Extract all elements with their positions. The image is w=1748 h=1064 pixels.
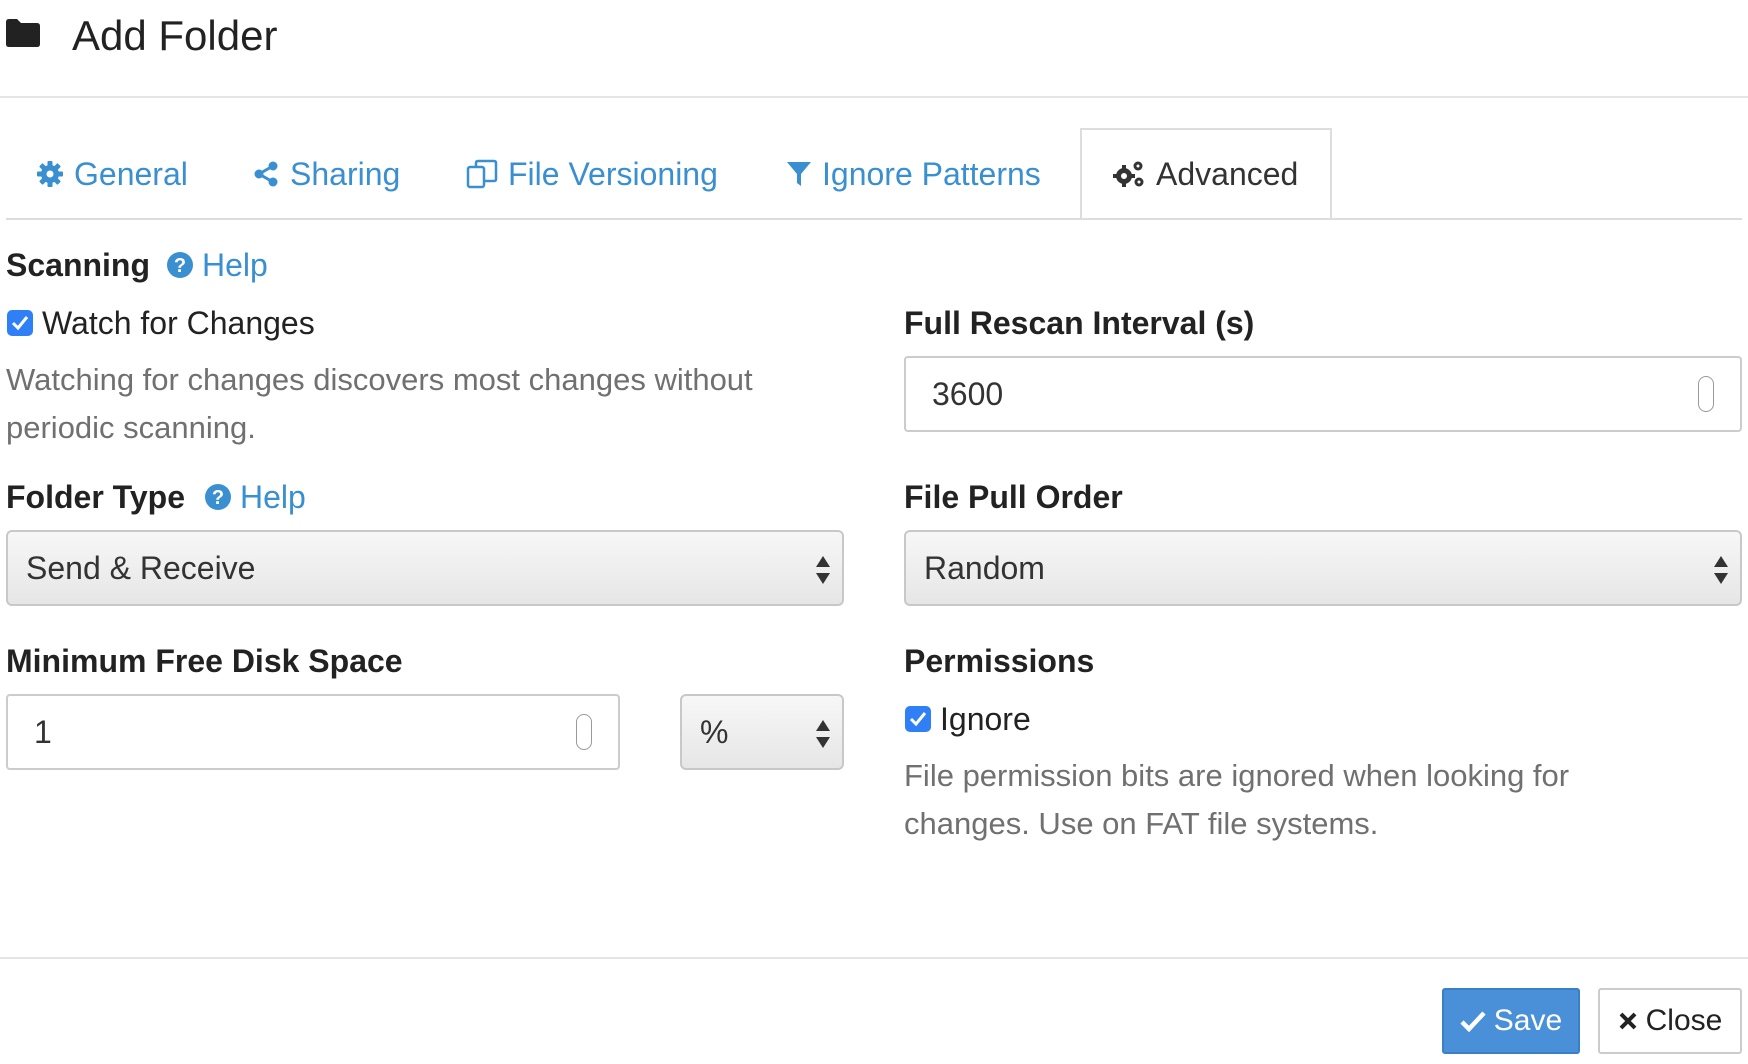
svg-text:?: ? — [212, 487, 224, 509]
ignore-permissions-checkbox[interactable] — [905, 706, 931, 732]
help-label: Help — [240, 479, 306, 515]
tab-general[interactable]: General — [36, 130, 188, 218]
scanning-help-link[interactable]: ? Help — [166, 245, 268, 285]
ignore-permissions-label: Ignore — [940, 701, 1031, 737]
disk-space-unit-select[interactable]: % — [680, 694, 844, 770]
header-divider — [0, 96, 1748, 98]
rescan-interval-input[interactable]: 3600 — [904, 356, 1742, 432]
folder-icon — [4, 18, 42, 53]
permissions-label: Permissions — [904, 643, 1095, 679]
folder-type-label: Folder Type — [6, 479, 185, 515]
question-circle-icon: ? — [167, 252, 193, 278]
disk-space-unit-value: % — [700, 713, 729, 750]
tab-file-versioning[interactable]: File Versioning — [466, 130, 718, 218]
svg-text:?: ? — [174, 255, 186, 277]
min-disk-space-label: Minimum Free Disk Space — [6, 643, 403, 679]
select-arrows-icon — [816, 556, 830, 584]
pull-order-label: File Pull Order — [904, 479, 1123, 515]
copy-icon — [466, 159, 498, 189]
question-circle-icon: ? — [205, 484, 231, 510]
folder-type-value: Send & Receive — [26, 549, 256, 586]
watch-changes-checkbox[interactable] — [7, 310, 33, 336]
permissions-description: File permission bits are ignored when lo… — [904, 758, 1570, 841]
watch-changes-description: Watching for changes discovers most chan… — [6, 362, 753, 445]
tab-sharing[interactable]: Sharing — [252, 130, 400, 218]
tab-label: Advanced — [1156, 155, 1299, 192]
pull-order-value: Random — [924, 549, 1045, 586]
help-label: Help — [202, 247, 268, 283]
check-icon — [11, 316, 29, 331]
tab-label: General — [74, 155, 188, 192]
pull-order-select[interactable]: Random — [904, 530, 1742, 606]
tab-label: Sharing — [290, 155, 401, 192]
tab-advanced[interactable]: Advanced — [1080, 128, 1332, 220]
close-label: Close — [1645, 1004, 1723, 1037]
save-button[interactable]: Save — [1442, 988, 1580, 1054]
rescan-interval-value: 3600 — [932, 375, 1004, 412]
tab-ignore-patterns[interactable]: Ignore Patterns — [786, 130, 1041, 218]
dialog-title: Add Folder — [72, 12, 278, 59]
gear-icon — [37, 161, 63, 187]
close-icon — [1619, 1012, 1637, 1030]
folder-type-select[interactable]: Send & Receive — [6, 530, 844, 606]
number-stepper-icon[interactable] — [1698, 376, 1714, 412]
check-icon — [1460, 1011, 1486, 1032]
folder-type-help-link[interactable]: ? Help — [204, 477, 306, 517]
check-icon — [909, 712, 927, 727]
tab-label: Ignore Patterns — [822, 155, 1041, 192]
footer-divider — [0, 957, 1748, 959]
number-stepper-icon[interactable] — [576, 714, 592, 750]
watch-changes-label: Watch for Changes — [42, 305, 315, 341]
select-arrows-icon — [1714, 556, 1728, 584]
tab-bar-divider — [6, 218, 1742, 220]
gears-icon — [1113, 161, 1144, 187]
min-disk-space-input[interactable]: 1 — [6, 694, 620, 770]
save-label: Save — [1493, 1004, 1563, 1037]
min-disk-space-value: 1 — [34, 713, 52, 750]
scanning-label: Scanning — [6, 247, 151, 283]
tab-label: File Versioning — [508, 155, 718, 192]
share-icon — [254, 161, 278, 187]
rescan-interval-label: Full Rescan Interval (s) — [904, 305, 1255, 341]
filter-icon — [787, 162, 811, 186]
select-arrows-icon — [816, 720, 830, 748]
close-button[interactable]: Close — [1598, 988, 1742, 1054]
